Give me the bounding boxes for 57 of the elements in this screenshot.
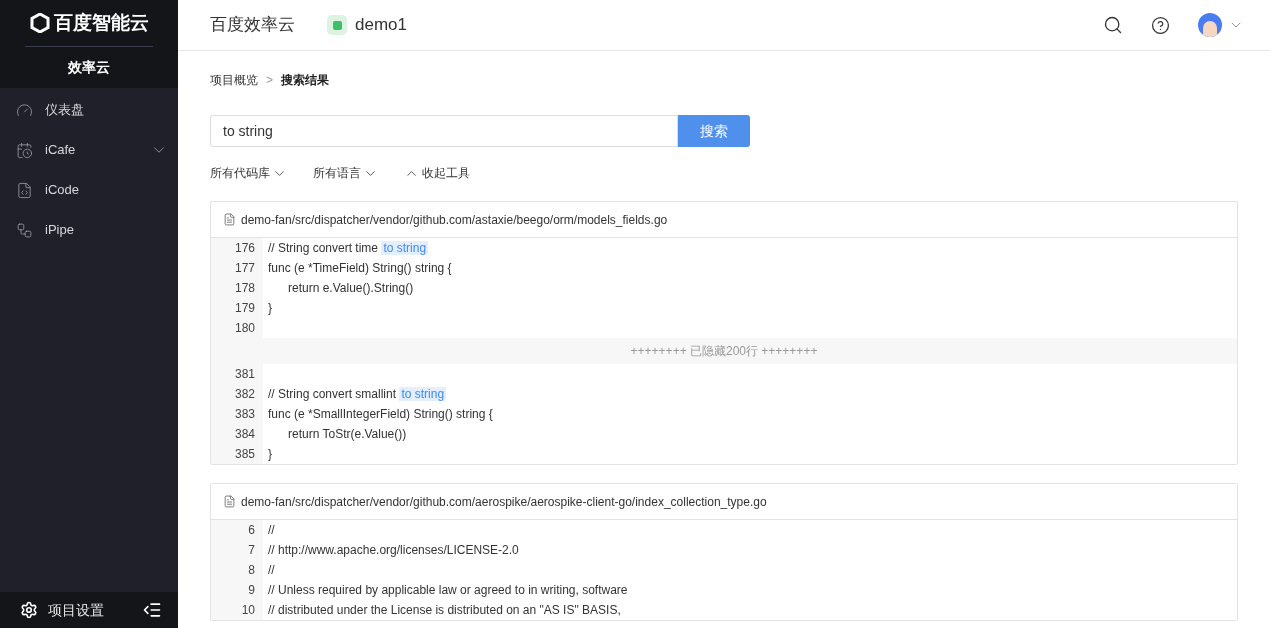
- line-number: 180: [234, 320, 255, 337]
- collapse-tools-button[interactable]: 收起工具: [404, 164, 470, 182]
- gauge-icon: [16, 101, 33, 119]
- app-title: 百度效率云: [210, 14, 295, 37]
- breadcrumb-link[interactable]: 项目概览: [210, 71, 258, 89]
- sidebar-item[interactable]: iCafe: [0, 130, 178, 170]
- search-field[interactable]: to string: [210, 115, 678, 147]
- filter-dropdown[interactable]: 所有代码库: [210, 164, 287, 182]
- code-line: //: [267, 522, 275, 539]
- line-number: 179: [234, 300, 255, 317]
- code-line: }: [267, 446, 272, 463]
- code-line: // String convert smallint to string: [267, 386, 447, 403]
- line-number: 383: [234, 406, 255, 423]
- code-line: func (e *TimeField) String() string {: [267, 260, 452, 277]
- calendar-clock-icon: [16, 141, 33, 159]
- code-line: func (e *SmallIntegerField) String() string {: [267, 406, 493, 423]
- filter-dropdown[interactable]: 所有语言: [313, 164, 378, 182]
- search-icon[interactable]: [1103, 15, 1123, 35]
- file-path[interactable]: demo-fan/src/dispatcher/vendor/github.com/astaxie/beego/orm/models_fields.go: [241, 210, 668, 229]
- file-path[interactable]: demo-fan/src/dispatcher/vendor/github.com/aerospike/aerospike-client-go/index_collection_type.go: [241, 492, 767, 511]
- line-number: 384: [234, 426, 255, 443]
- pipe-icon: [16, 221, 33, 239]
- file-icon: [223, 495, 236, 508]
- line-number: 6: [248, 522, 255, 539]
- line-number: 177: [234, 260, 255, 277]
- line-number: 178: [234, 280, 255, 297]
- code-line: // Unless required by applicable law or agreed to in writing, software: [267, 582, 628, 599]
- code-line: // http://www.apache.org/licenses/LICENSE-2.0: [267, 542, 519, 559]
- line-number: 381: [234, 366, 255, 383]
- line-number: 385: [234, 446, 255, 463]
- line-number: 10: [241, 602, 255, 619]
- collapse-menu-icon[interactable]: [142, 600, 162, 620]
- settings-icon: [20, 601, 38, 619]
- sidebar-item[interactable]: iPipe: [0, 210, 178, 250]
- code-line: // distributed under the License is distributed on an "AS IS" BASIS,: [267, 602, 621, 619]
- code-line: //: [267, 562, 275, 579]
- product-title: 效率云: [68, 58, 110, 77]
- code-line: return e.Value().String(): [287, 280, 414, 297]
- code-line: // String convert time to string: [267, 240, 429, 257]
- line-number: 382: [234, 386, 255, 403]
- help-icon[interactable]: [1151, 15, 1170, 35]
- code-file-icon: [16, 181, 33, 199]
- sidebar-item[interactable]: 仪表盘: [0, 90, 178, 130]
- hexagon-logo-icon: [29, 13, 50, 33]
- file-icon: [223, 213, 236, 226]
- line-number: 8: [248, 562, 255, 579]
- project-name[interactable]: demo1: [355, 12, 407, 38]
- line-number: 9: [248, 582, 255, 599]
- project-icon: [327, 15, 347, 35]
- code-line: }: [267, 300, 272, 317]
- sidebar-item[interactable]: iCode: [0, 170, 178, 210]
- line-number: 7: [248, 542, 255, 559]
- breadcrumb-separator: >: [266, 72, 273, 89]
- line-number: 176: [234, 240, 255, 257]
- code-line: return ToStr(e.Value()): [287, 426, 407, 443]
- brand-logo-text: 百度智能云: [53, 10, 149, 35]
- avatar-icon[interactable]: [1198, 13, 1222, 37]
